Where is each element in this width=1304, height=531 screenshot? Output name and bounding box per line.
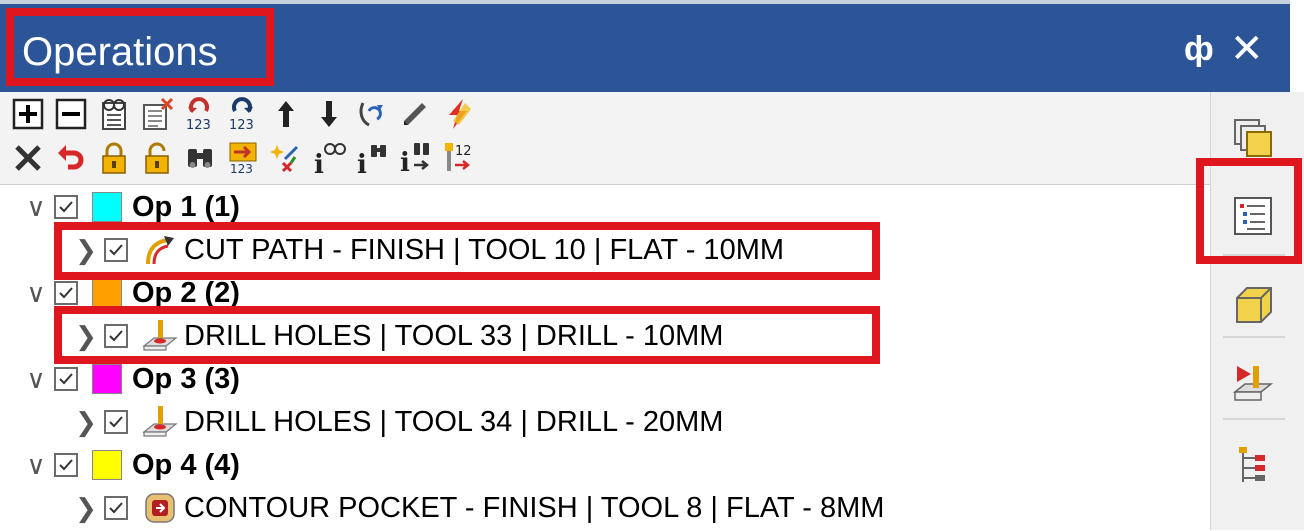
group-row[interactable]: ∨ Op 2 (2) <box>0 272 240 314</box>
operation-checkbox[interactable] <box>104 238 128 262</box>
group-color-swatch <box>92 278 122 308</box>
operation-checkbox[interactable] <box>104 324 128 348</box>
group-color-swatch <box>92 364 122 394</box>
operations-toolbar: 123 123 123 i i i 12 <box>0 92 1210 185</box>
group-color-swatch <box>92 450 122 480</box>
group-checkbox[interactable] <box>54 453 78 477</box>
collapse-chevron-icon[interactable]: ❯ <box>68 235 104 266</box>
expand-chevron-icon[interactable]: ∨ <box>18 364 54 395</box>
svg-text:12: 12 <box>455 144 472 159</box>
group-row[interactable]: ∨ Op 4 (4) <box>0 444 240 486</box>
toolbar-row-2: 123 i i i 12 <box>8 138 477 178</box>
operation-label: CONTOUR POCKET - FINISH | TOOL 8 | FLAT … <box>184 491 885 524</box>
delete-sheet-icon[interactable] <box>137 94 176 134</box>
svg-text:i: i <box>400 148 410 175</box>
group-label: Op 3 (3) <box>132 362 240 395</box>
pencil-icon[interactable] <box>395 94 434 134</box>
operation-row[interactable]: ❯ DRILL HOLES | TOOL 33 | DRILL - 10MM <box>0 315 723 357</box>
remove-icon[interactable] <box>51 94 90 134</box>
group-row[interactable]: ∨ Op 3 (3) <box>0 358 240 400</box>
collapse-chevron-icon[interactable]: ❯ <box>68 407 104 438</box>
lightning-icon[interactable] <box>438 94 477 134</box>
svg-text:123: 123 <box>230 162 253 175</box>
operations-list-icon[interactable] <box>1223 186 1283 246</box>
collapse-chevron-icon[interactable]: ❯ <box>68 321 104 352</box>
tool-number-12-icon[interactable]: 12 <box>438 138 477 178</box>
operation-label: CUT PATH - FINISH | TOOL 10 | FLAT - 10M… <box>184 233 785 266</box>
svg-text:i: i <box>357 150 367 175</box>
operation-checkbox[interactable] <box>104 410 128 434</box>
renumber-tool-icon[interactable]: 123 <box>223 138 262 178</box>
svg-text:123: 123 <box>186 118 211 131</box>
group-label: Op 4 (4) <box>132 448 240 481</box>
svg-text:i: i <box>314 150 324 175</box>
group-label: Op 2 (2) <box>132 276 240 309</box>
info-glasses-icon[interactable]: i <box>309 138 348 178</box>
operation-row[interactable]: ❯ DRILL HOLES | TOOL 34 | DRILL - 20MM <box>0 401 723 443</box>
move-down-icon[interactable] <box>309 94 348 134</box>
unlock-icon[interactable] <box>137 138 176 178</box>
delete-x-icon[interactable] <box>8 138 47 178</box>
pin-icon[interactable]: ф <box>1184 30 1214 69</box>
contour-pocket-icon <box>142 490 178 526</box>
operation-label: DRILL HOLES | TOOL 33 | DRILL - 10MM <box>184 319 724 352</box>
operation-label: DRILL HOLES | TOOL 34 | DRILL - 20MM <box>184 405 724 438</box>
group-checkbox[interactable] <box>54 367 78 391</box>
lock-icon[interactable] <box>94 138 133 178</box>
undo-icon[interactable] <box>51 138 90 178</box>
operation-row[interactable]: ❯ CONTOUR POCKET - FINISH | TOOL 8 | FLA… <box>0 487 884 529</box>
expand-chevron-icon[interactable]: ∨ <box>18 450 54 481</box>
regenerate-icon[interactable] <box>352 94 391 134</box>
group-label: Op 1 (1) <box>132 190 240 223</box>
toolpath-sim-icon[interactable] <box>1223 354 1283 414</box>
renumber-reverse-123-icon[interactable]: 123 <box>223 94 262 134</box>
info-binoculars-arrow-icon[interactable]: i <box>395 138 434 178</box>
sparkle-icon[interactable] <box>266 138 305 178</box>
edit-properties-icon[interactable] <box>94 94 133 134</box>
group-checkbox[interactable] <box>54 195 78 219</box>
sidebar-separator <box>1223 254 1285 256</box>
panel-title: Operations <box>22 30 218 74</box>
drill-holes-icon <box>142 318 178 354</box>
info-binoculars-icon[interactable]: i <box>352 138 391 178</box>
expand-chevron-icon[interactable]: ∨ <box>18 192 54 223</box>
add-icon[interactable] <box>8 94 47 134</box>
sidebar-separator <box>1223 336 1285 338</box>
move-up-icon[interactable] <box>266 94 305 134</box>
binoculars-icon[interactable] <box>180 138 219 178</box>
close-icon[interactable]: ✕ <box>1230 26 1264 72</box>
stock-box-icon[interactable] <box>1223 274 1283 334</box>
renumber-123-icon[interactable]: 123 <box>180 94 219 134</box>
group-row[interactable]: ∨ Op 1 (1) <box>0 186 240 228</box>
toolbar-row-1: 123 123 <box>8 94 477 134</box>
sidebar-separator <box>1223 418 1285 420</box>
collapse-chevron-icon[interactable]: ❯ <box>68 493 104 524</box>
expand-chevron-icon[interactable]: ∨ <box>18 278 54 309</box>
right-sidebar <box>1210 92 1304 530</box>
panel-titlebar: Operations ф ✕ <box>0 0 1290 92</box>
operation-row[interactable]: ❯ CUT PATH - FINISH | TOOL 10 | FLAT - 1… <box>0 229 784 271</box>
layers-icon[interactable] <box>1223 108 1283 168</box>
tree-hierarchy-icon[interactable] <box>1223 436 1283 496</box>
cut-path-icon <box>142 232 178 268</box>
group-checkbox[interactable] <box>54 281 78 305</box>
drill-holes-icon <box>142 404 178 440</box>
operation-checkbox[interactable] <box>104 496 128 520</box>
group-color-swatch <box>92 192 122 222</box>
svg-text:123: 123 <box>229 118 254 131</box>
